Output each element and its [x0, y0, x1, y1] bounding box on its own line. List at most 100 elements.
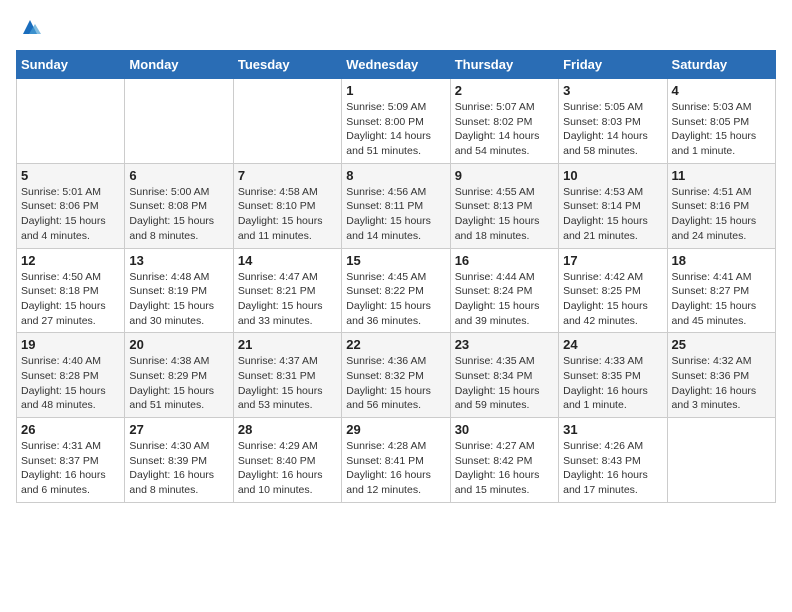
logo-icon	[19, 16, 41, 38]
day-info: Sunrise: 4:26 AMSunset: 8:43 PMDaylight:…	[563, 439, 662, 498]
calendar-cell: 17 Sunrise: 4:42 AMSunset: 8:25 PMDayligh…	[559, 248, 667, 333]
day-number: 18	[672, 253, 771, 268]
day-number: 7	[238, 168, 337, 183]
day-number: 29	[346, 422, 445, 437]
day-number: 4	[672, 83, 771, 98]
day-info: Sunrise: 4:29 AMSunset: 8:40 PMDaylight:…	[238, 439, 337, 498]
day-info: Sunrise: 4:56 AMSunset: 8:11 PMDaylight:…	[346, 185, 445, 244]
calendar-cell: 13Sunrise: 4:48 AMSunset: 8:19 PMDayligh…	[125, 248, 233, 333]
day-number: 22	[346, 337, 445, 352]
day-number: 2	[455, 83, 554, 98]
day-info: Sunrise: 4:51 AMSunset: 8:16 PMDaylight:…	[672, 185, 771, 244]
calendar-table: SundayMondayTuesdayWednesdayThursdayFrid…	[16, 50, 776, 503]
col-header-friday: Friday	[559, 51, 667, 79]
day-info: Sunrise: 4:40 AMSunset: 8:28 PMDaylight:…	[21, 354, 120, 413]
calendar-cell: 21 Sunrise: 4:37 AMSunset: 8:31 PMDayligh…	[233, 333, 341, 418]
day-info: Sunrise: 4:38 AMSunset: 8:29 PMDaylight:…	[129, 354, 228, 413]
calendar-cell: 2 Sunrise: 5:07 AMSunset: 8:02 PMDaylight…	[450, 79, 558, 164]
logo	[16, 16, 41, 38]
day-info: Sunrise: 4:42 AMSunset: 8:25 PMDaylight:…	[563, 270, 662, 329]
day-info: Sunrise: 5:05 AMSunset: 8:03 PMDaylight:…	[563, 100, 662, 159]
day-info: Sunrise: 4:31 AMSunset: 8:37 PMDaylight:…	[21, 439, 120, 498]
day-info: Sunrise: 4:27 AMSunset: 8:42 PMDaylight:…	[455, 439, 554, 498]
day-info: Sunrise: 4:55 AMSunset: 8:13 PMDaylight:…	[455, 185, 554, 244]
calendar-cell: 4 Sunrise: 5:03 AMSunset: 8:05 PMDaylight…	[667, 79, 775, 164]
day-info: Sunrise: 5:07 AMSunset: 8:02 PMDaylight:…	[455, 100, 554, 159]
calendar-cell: 31 Sunrise: 4:26 AMSunset: 8:43 PMDayligh…	[559, 418, 667, 503]
calendar-cell: 15 Sunrise: 4:45 AMSunset: 8:22 PMDayligh…	[342, 248, 450, 333]
day-info: Sunrise: 4:41 AMSunset: 8:27 PMDaylight:…	[672, 270, 771, 329]
page-header	[16, 16, 776, 38]
day-number: 30	[455, 422, 554, 437]
calendar-cell: 26 Sunrise: 4:31 AMSunset: 8:37 PMDayligh…	[17, 418, 125, 503]
calendar-cell: 5 Sunrise: 5:01 AMSunset: 8:06 PMDaylight…	[17, 163, 125, 248]
day-info: Sunrise: 4:35 AMSunset: 8:34 PMDaylight:…	[455, 354, 554, 413]
col-header-sunday: Sunday	[17, 51, 125, 79]
calendar-cell: 3 Sunrise: 5:05 AMSunset: 8:03 PMDaylight…	[559, 79, 667, 164]
calendar-cell: 16 Sunrise: 4:44 AMSunset: 8:24 PMDayligh…	[450, 248, 558, 333]
calendar-cell: 1Sunrise: 5:09 AMSunset: 8:00 PMDaylight…	[342, 79, 450, 164]
calendar-cell: 24Sunrise: 4:33 AMSunset: 8:35 PMDayligh…	[559, 333, 667, 418]
calendar-cell: 28 Sunrise: 4:29 AMSunset: 8:40 PMDayligh…	[233, 418, 341, 503]
day-number: 31	[563, 422, 662, 437]
calendar-cell: 22 Sunrise: 4:36 AMSunset: 8:32 PMDayligh…	[342, 333, 450, 418]
calendar-cell: 23 Sunrise: 4:35 AMSunset: 8:34 PMDayligh…	[450, 333, 558, 418]
day-info: Sunrise: 4:53 AMSunset: 8:14 PMDaylight:…	[563, 185, 662, 244]
col-header-wednesday: Wednesday	[342, 51, 450, 79]
calendar-cell: 8 Sunrise: 4:56 AMSunset: 8:11 PMDaylight…	[342, 163, 450, 248]
day-number: 9	[455, 168, 554, 183]
day-number: 6	[129, 168, 228, 183]
day-number: 3	[563, 83, 662, 98]
calendar-cell: 6 Sunrise: 5:00 AMSunset: 8:08 PMDaylight…	[125, 163, 233, 248]
calendar-cell	[17, 79, 125, 164]
day-info: Sunrise: 4:45 AMSunset: 8:22 PMDaylight:…	[346, 270, 445, 329]
day-number: 28	[238, 422, 337, 437]
day-number: 10	[563, 168, 662, 183]
calendar-cell	[667, 418, 775, 503]
calendar-cell	[125, 79, 233, 164]
calendar-cell: 25 Sunrise: 4:32 AMSunset: 8:36 PMDayligh…	[667, 333, 775, 418]
day-info: Sunrise: 5:03 AMSunset: 8:05 PMDaylight:…	[672, 100, 771, 159]
day-number: 25	[672, 337, 771, 352]
calendar-cell: 18 Sunrise: 4:41 AMSunset: 8:27 PMDayligh…	[667, 248, 775, 333]
col-header-saturday: Saturday	[667, 51, 775, 79]
col-header-monday: Monday	[125, 51, 233, 79]
calendar-cell: 14 Sunrise: 4:47 AMSunset: 8:21 PMDayligh…	[233, 248, 341, 333]
day-number: 14	[238, 253, 337, 268]
day-number: 1	[346, 83, 445, 98]
calendar-cell: 11 Sunrise: 4:51 AMSunset: 8:16 PMDayligh…	[667, 163, 775, 248]
day-info: Sunrise: 4:44 AMSunset: 8:24 PMDaylight:…	[455, 270, 554, 329]
calendar-cell: 30 Sunrise: 4:27 AMSunset: 8:42 PMDayligh…	[450, 418, 558, 503]
day-info: Sunrise: 5:00 AMSunset: 8:08 PMDaylight:…	[129, 185, 228, 244]
calendar-cell: 29 Sunrise: 4:28 AMSunset: 8:41 PMDayligh…	[342, 418, 450, 503]
day-number: 11	[672, 168, 771, 183]
calendar-cell: 10 Sunrise: 4:53 AMSunset: 8:14 PMDayligh…	[559, 163, 667, 248]
day-number: 12	[21, 253, 120, 268]
day-number: 15	[346, 253, 445, 268]
calendar-cell	[233, 79, 341, 164]
day-info: Sunrise: 4:36 AMSunset: 8:32 PMDaylight:…	[346, 354, 445, 413]
calendar-cell: 27Sunrise: 4:30 AMSunset: 8:39 PMDayligh…	[125, 418, 233, 503]
day-number: 23	[455, 337, 554, 352]
day-number: 13	[129, 253, 228, 268]
day-info: Sunrise: 4:32 AMSunset: 8:36 PMDaylight:…	[672, 354, 771, 413]
day-info: Sunrise: 4:33 AMSunset: 8:35 PMDaylight:…	[563, 354, 662, 413]
col-header-tuesday: Tuesday	[233, 51, 341, 79]
day-number: 5	[21, 168, 120, 183]
day-info: Sunrise: 4:30 AMSunset: 8:39 PMDaylight:…	[129, 439, 228, 498]
calendar-cell: 7Sunrise: 4:58 AMSunset: 8:10 PMDaylight…	[233, 163, 341, 248]
day-number: 26	[21, 422, 120, 437]
day-number: 21	[238, 337, 337, 352]
calendar-cell: 12 Sunrise: 4:50 AMSunset: 8:18 PMDayligh…	[17, 248, 125, 333]
day-info: Sunrise: 5:01 AMSunset: 8:06 PMDaylight:…	[21, 185, 120, 244]
calendar-cell: 19 Sunrise: 4:40 AMSunset: 8:28 PMDayligh…	[17, 333, 125, 418]
day-number: 16	[455, 253, 554, 268]
day-info: Sunrise: 4:28 AMSunset: 8:41 PMDaylight:…	[346, 439, 445, 498]
calendar-cell: 20Sunrise: 4:38 AMSunset: 8:29 PMDayligh…	[125, 333, 233, 418]
day-number: 19	[21, 337, 120, 352]
day-number: 8	[346, 168, 445, 183]
day-info: Sunrise: 4:37 AMSunset: 8:31 PMDaylight:…	[238, 354, 337, 413]
day-info: Sunrise: 4:50 AMSunset: 8:18 PMDaylight:…	[21, 270, 120, 329]
day-number: 17	[563, 253, 662, 268]
day-info: Sunrise: 4:47 AMSunset: 8:21 PMDaylight:…	[238, 270, 337, 329]
